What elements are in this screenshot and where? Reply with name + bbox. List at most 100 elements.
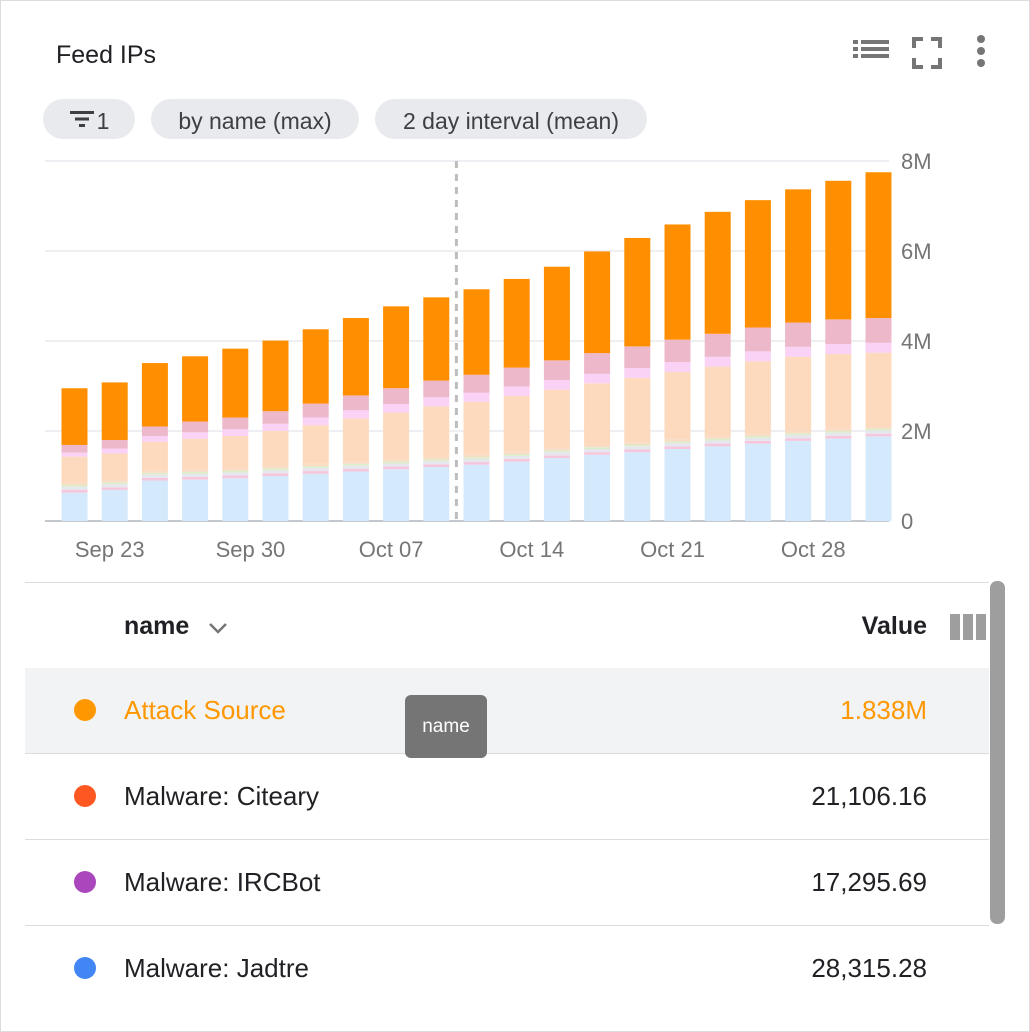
bar-segment: [101, 382, 128, 440]
column-tooltip: name: [405, 695, 487, 758]
table-row[interactable]: Malware: Citeary 21,106.16: [25, 754, 989, 840]
bar-segment: [624, 449, 651, 453]
interval-chip[interactable]: 2 day interval (mean): [375, 99, 647, 139]
row-value: 21,106.16: [811, 781, 927, 811]
bar-segment: [262, 473, 289, 476]
table-row[interactable]: Malware: Jadtre 28,315.28: [25, 926, 989, 1011]
bar-segment: [744, 435, 771, 438]
table-scrollbar[interactable]: [990, 581, 1005, 924]
bar-segment: [503, 386, 530, 396]
filter-count: 1: [96, 107, 110, 134]
bar-segment: [503, 458, 530, 462]
bar-segment: [584, 353, 611, 374]
row-value: 1.838M: [840, 695, 927, 725]
bar-segment: [141, 441, 168, 471]
bar-segment: [262, 476, 289, 521]
series-color-dot: [74, 699, 96, 721]
interval-label: 2 day interval (mean): [402, 107, 620, 134]
bar-segment: [825, 428, 852, 431]
x-tick-label: Sep 30: [216, 537, 286, 562]
stacked-bar-chart: 8M 6M 4M 2M 0 Sep 23 Sep 30 Oct 07 Oct 14 Oct 21 O…: [45, 149, 932, 562]
bar-segment: [503, 455, 530, 459]
bar-segment: [744, 327, 771, 352]
group-by-chip[interactable]: by name (max): [151, 99, 359, 139]
bar-segment: [101, 484, 128, 488]
bar-segment: [584, 449, 611, 453]
bar-segment: [222, 475, 249, 479]
bar-segment: [342, 418, 369, 462]
bar-segment: [704, 438, 731, 441]
bar-segment: [262, 468, 289, 471]
bar-segment: [825, 180, 852, 320]
bar-segment: [222, 468, 249, 471]
series-color-dot: [74, 785, 96, 807]
bar-segment: [262, 470, 289, 474]
legend-list-icon[interactable]: [851, 35, 891, 71]
bar-segment: [624, 346, 651, 368]
bar-segment: [825, 432, 852, 436]
table-row[interactable]: Attack Source 1.838M: [25, 668, 989, 754]
bar-segment: [584, 251, 611, 354]
bar-segment: [182, 356, 209, 422]
bar-segment: [664, 443, 691, 447]
bar-segment: [785, 322, 812, 347]
bar-segment: [262, 423, 289, 431]
bar-segment: [101, 448, 128, 454]
bar-segment: [503, 278, 530, 368]
table-row[interactable]: Malware: IRCBot 17,295.69: [25, 840, 989, 926]
bar-segment: [463, 401, 490, 455]
bar-segment: [543, 450, 570, 453]
more-vert-icon[interactable]: [961, 35, 1001, 71]
fullscreen-icon[interactable]: [907, 35, 947, 71]
bar-segment: [101, 440, 128, 449]
bar-segment: [302, 403, 329, 418]
bar-segment: [503, 451, 530, 454]
bar-segment: [463, 457, 490, 459]
bar-segment: [825, 344, 852, 355]
table-header: name Value: [25, 582, 989, 670]
bar-segment: [423, 464, 450, 467]
bar-segment: [61, 489, 88, 493]
bar-segment: [785, 431, 812, 434]
bar-segment: [342, 318, 369, 396]
filter-chip[interactable]: 1: [43, 99, 135, 139]
bar-segment: [61, 444, 88, 453]
bar-segment: [302, 466, 329, 468]
bar-segment: [182, 479, 209, 521]
bar-segment: [543, 389, 570, 449]
bar-segment: [785, 189, 812, 323]
y-tick-label: 2M: [901, 419, 932, 444]
bar-segment: [744, 200, 771, 328]
row-name: Malware: IRCBot: [124, 867, 321, 897]
sort-chevron-down-icon[interactable]: [207, 621, 229, 640]
bar-segment: [463, 464, 490, 521]
bar-segment: [503, 395, 530, 452]
bar-segment: [383, 306, 410, 389]
x-tick-label: Oct 07: [359, 537, 424, 562]
bar-segment: [865, 430, 892, 434]
bar-segment: [785, 435, 812, 439]
bar-segment: [61, 388, 88, 445]
bar-segment: [584, 452, 611, 455]
bar-segment: [302, 425, 329, 464]
columns-icon[interactable]: [950, 614, 986, 645]
bar-segment: [262, 466, 289, 469]
bar-segment: [543, 266, 570, 361]
bar-segment: [423, 380, 450, 398]
bar-segment: [704, 366, 731, 437]
bar-segment: [865, 352, 892, 427]
name-column-header[interactable]: name: [124, 612, 189, 641]
bar-segment: [584, 383, 611, 445]
bar-segment: [182, 421, 209, 433]
bar-segment: [141, 426, 168, 436]
bar-segment: [222, 429, 249, 436]
bar-segment: [383, 469, 410, 521]
bar-segment: [865, 172, 892, 319]
bar-segment: [141, 435, 168, 442]
bar-segment: [503, 453, 530, 456]
bar-segment: [101, 489, 128, 521]
bar-segment: [704, 443, 731, 447]
filter-icon: [69, 101, 95, 141]
bar-segment: [624, 377, 651, 443]
bar-segment: [342, 471, 369, 521]
